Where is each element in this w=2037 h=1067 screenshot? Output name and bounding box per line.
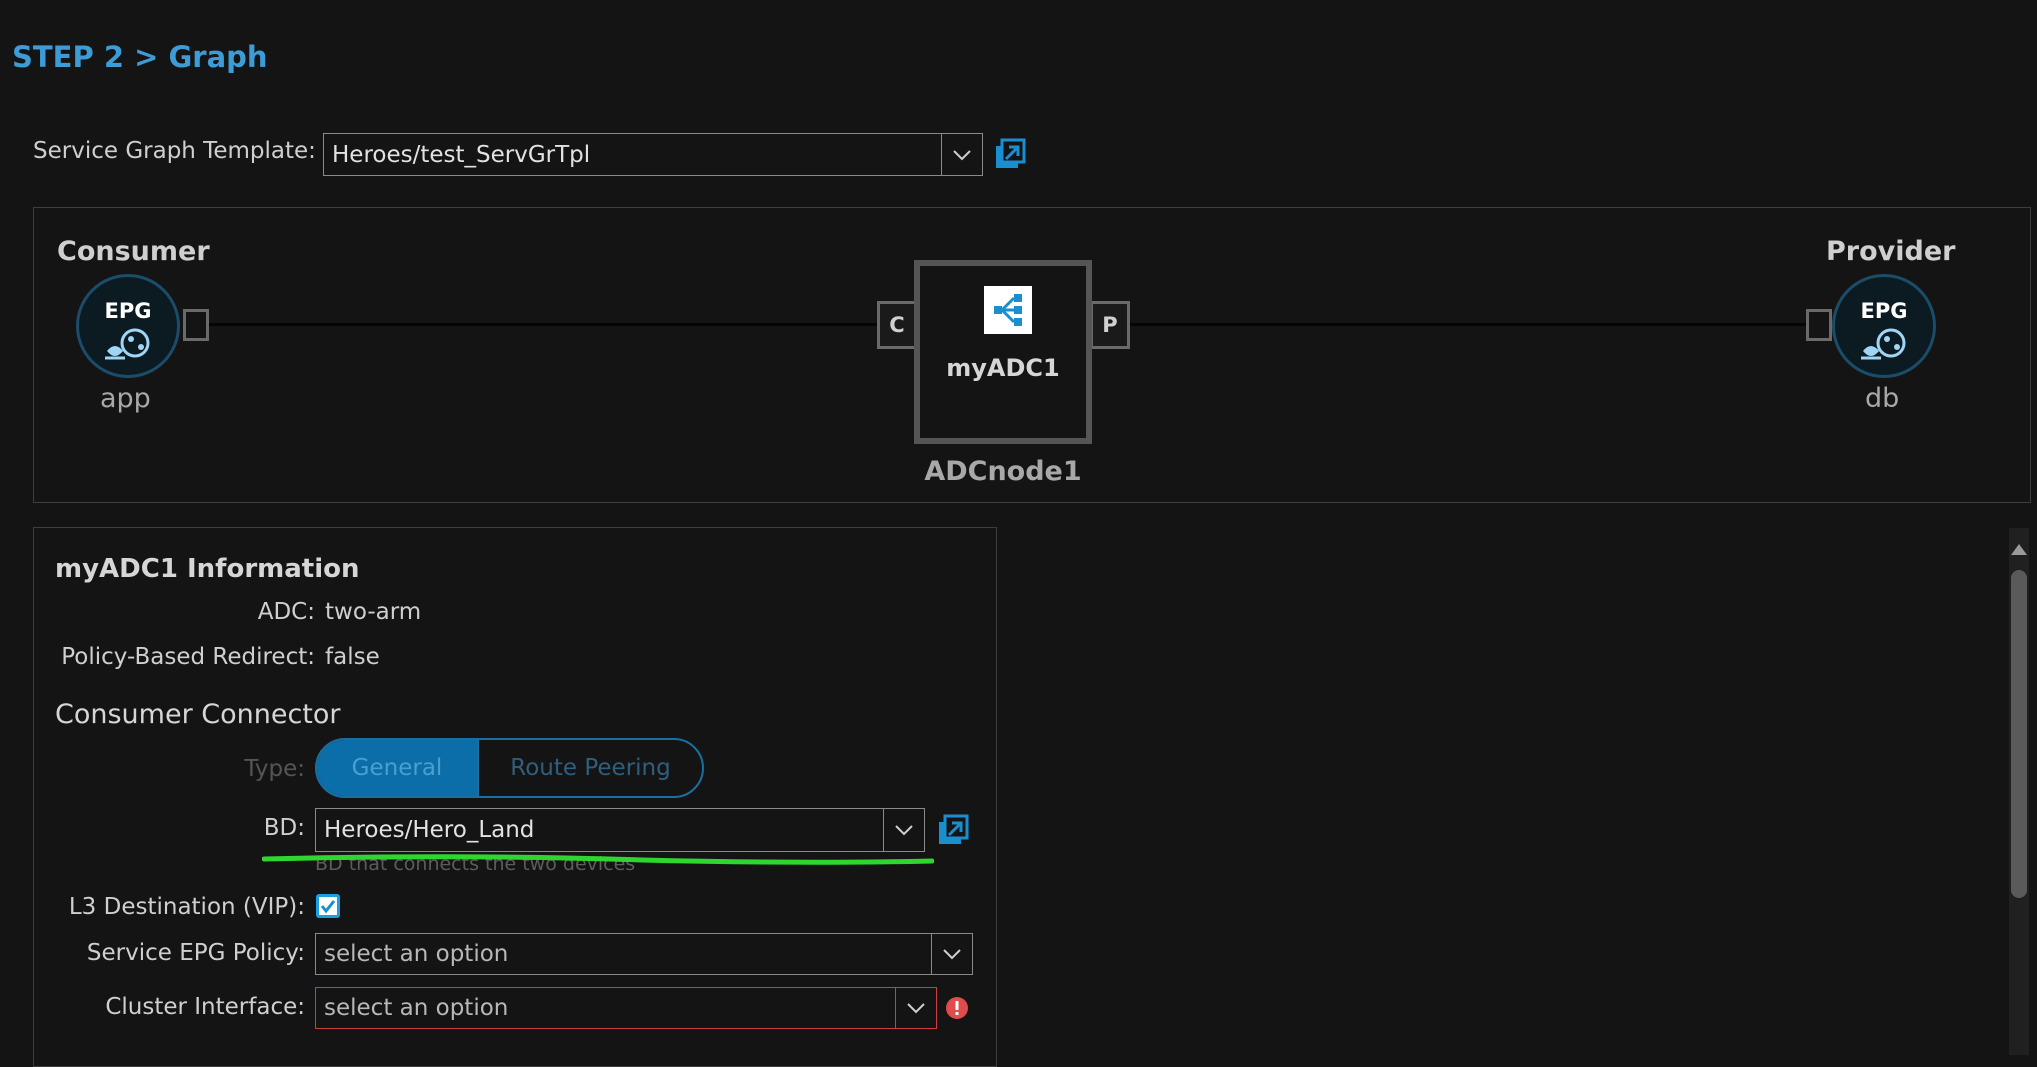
template-label: Service Graph Template:: [33, 138, 316, 164]
l3-destination-label: L3 Destination (VIP):: [68, 894, 305, 920]
external-link-icon[interactable]: [937, 814, 969, 846]
provider-connection-line: [1128, 323, 1806, 326]
consumer-connection-line: [208, 323, 878, 326]
provider-connector-box: [1806, 309, 1832, 341]
scrollbar-thumb[interactable]: [2011, 570, 2027, 898]
chevron-down-icon[interactable]: [931, 934, 972, 974]
consumer-epg-name: app: [100, 383, 151, 414]
consumer-port: C: [877, 301, 917, 349]
epg-icon: [105, 328, 150, 360]
highlight-underline: [262, 854, 934, 865]
adc-node-label: ADCnode1: [924, 456, 1082, 487]
bd-select[interactable]: Heroes/Hero_Land: [315, 808, 925, 852]
chevron-down-icon[interactable]: [883, 809, 924, 851]
provider-epg-node[interactable]: EPG: [1832, 274, 1936, 378]
template-select[interactable]: Heroes/test_ServGrTpl: [323, 133, 983, 176]
cluster-interface-select[interactable]: select an option: [315, 987, 937, 1029]
consumer-connector-box: [183, 309, 209, 341]
service-epg-policy-placeholder: select an option: [324, 941, 509, 967]
service-epg-policy-select[interactable]: select an option: [315, 933, 973, 975]
error-icon: [945, 996, 969, 1024]
chevron-down-icon[interactable]: [941, 134, 982, 175]
pbr-value: false: [325, 644, 380, 670]
adc-node-box[interactable]: myADC1: [914, 260, 1092, 444]
consumer-connector-heading: Consumer Connector: [55, 699, 341, 730]
consumer-title: Consumer: [57, 236, 210, 267]
consumer-epg-badge: EPG: [104, 299, 152, 323]
adc-value: two-arm: [325, 599, 422, 625]
type-option-general[interactable]: General: [317, 740, 477, 796]
epg-icon: [1861, 328, 1906, 360]
type-option-route-peering[interactable]: Route Peering: [477, 740, 702, 796]
bd-value: Heroes/Hero_Land: [324, 817, 535, 843]
provider-port: P: [1090, 301, 1130, 349]
cluster-interface-placeholder: select an option: [324, 995, 509, 1021]
external-link-icon[interactable]: [994, 138, 1026, 170]
consumer-epg-node[interactable]: EPG: [76, 274, 180, 378]
adc-node-name: myADC1: [946, 354, 1060, 382]
provider-epg-name: db: [1865, 383, 1900, 414]
template-value: Heroes/test_ServGrTpl: [332, 141, 591, 168]
adc-label: ADC:: [257, 599, 315, 625]
bd-label: BD:: [263, 815, 305, 841]
chevron-down-icon[interactable]: [895, 988, 936, 1028]
l3-destination-checkbox[interactable]: [316, 894, 340, 918]
page-title: STEP 2 > Graph: [12, 40, 268, 74]
cluster-interface-label: Cluster Interface:: [105, 994, 305, 1020]
provider-title: Provider: [1826, 236, 1956, 267]
type-toggle[interactable]: General Route Peering: [315, 738, 704, 798]
info-title: myADC1 Information: [55, 554, 360, 584]
pbr-label: Policy-Based Redirect:: [61, 644, 315, 670]
checkmark-icon: [319, 897, 337, 915]
type-label: Type:: [244, 756, 305, 782]
load-balancer-icon: [984, 286, 1032, 334]
service-epg-policy-label: Service EPG Policy:: [86, 940, 305, 966]
scroll-up-icon[interactable]: [2010, 542, 2028, 561]
provider-epg-badge: EPG: [1860, 299, 1908, 323]
